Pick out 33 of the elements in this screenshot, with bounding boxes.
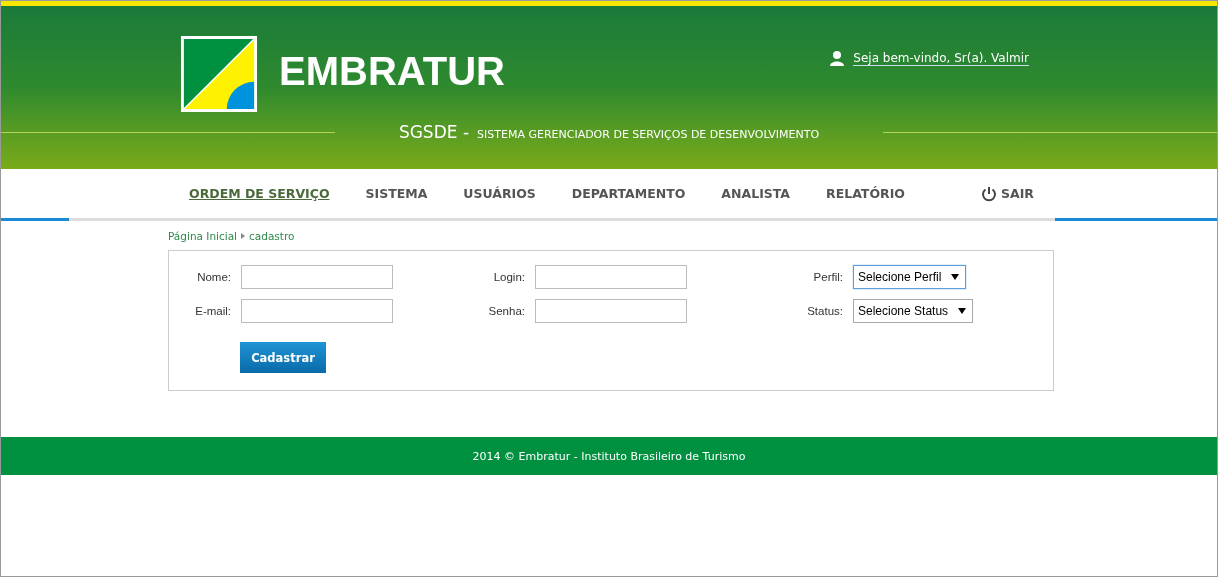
input-field[interactable] (241, 299, 393, 323)
breadcrumb-link[interactable]: Página Inicial (168, 230, 237, 242)
input-field[interactable] (535, 265, 687, 289)
separator-icon (241, 233, 245, 239)
power-icon (981, 185, 998, 202)
nav-link[interactable]: RELATÓRIO (808, 186, 923, 201)
field-label: Status: (806, 305, 843, 317)
system-name: SISTEMA GERENCIADOR DE SERVIÇOS DE DESENVOLVIMENTO (477, 128, 820, 141)
input-field[interactable] (535, 299, 687, 323)
select-field[interactable]: Selecione Status (853, 299, 974, 323)
field-label: Nome: (196, 271, 231, 283)
select-field[interactable]: Selecione Perfil (853, 265, 967, 289)
caret-icon (958, 308, 967, 314)
input-field[interactable] (241, 265, 393, 289)
user-icon (829, 50, 846, 66)
welcome-link[interactable]: Seja bem-vindo, Sr(a). Valmir (829, 50, 1029, 66)
field-label: Login: (492, 271, 525, 283)
submit-button[interactable]: Cadastrar (240, 342, 326, 373)
field-label: Perfil: (812, 271, 843, 283)
system-acronym: SGSDE - (398, 122, 469, 142)
caret-icon (951, 274, 960, 280)
logo-text: EMBRATUR (279, 48, 505, 94)
logo-icon (179, 35, 259, 113)
breadcrumb-link[interactable]: cadastro (249, 230, 295, 242)
footer-text: 2014 © Embratur - Instituto Brasileiro de Turismo (472, 449, 746, 463)
nav-link[interactable]: USUÁRIOS (445, 186, 554, 201)
nav-link[interactable]: ANALISTA (703, 186, 809, 201)
logout-link[interactable]: SAIR (981, 185, 1034, 202)
nav-link[interactable]: SISTEMA (347, 186, 446, 201)
nav-link[interactable]: ORDEM DE SERVIÇO (181, 186, 348, 201)
nav-link[interactable]: DEPARTAMENTO (553, 186, 704, 201)
field-label: E-mail: (194, 305, 231, 317)
field-label: Senha: (487, 305, 525, 317)
